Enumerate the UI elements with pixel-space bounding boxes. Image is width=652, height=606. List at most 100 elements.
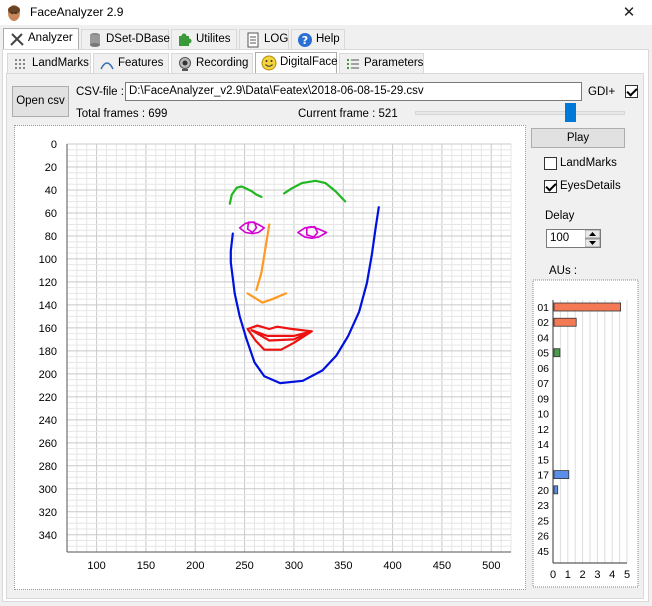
y-tick-label: 320 [39,507,57,519]
au-x-tick: 5 [624,569,630,581]
help-icon: ? [298,33,312,47]
digital-face-chart: 0 20 40 60 80 100 120 140 160 180 200 220 240 260 280 3… [14,125,526,590]
title-bar: FaceAnalyzer 2.9 ✕ [0,0,652,26]
csv-file-field[interactable]: D:\FaceAnalyzer_v2.9\Data\Featex\2018-06… [125,82,582,101]
landmarks-checkbox[interactable] [544,157,557,170]
au-x-tick: 4 [609,569,615,581]
tab-digitalface[interactable]: DigitalFace [255,52,338,74]
au-x-tick: 2 [580,569,586,581]
y-tick-label: 280 [39,461,57,473]
x-tick-label: 250 [235,560,253,572]
tab-label: DSet-DBase [106,33,170,45]
au-label: 10 [537,409,549,421]
au-label: 17 [537,470,549,482]
total-frames: Total frames : 699 [76,108,168,120]
y-tick-label: 120 [39,277,57,289]
au-bar [553,485,559,495]
delay-value: 100 [550,232,570,244]
tab-landmarks[interactable]: LandMarks [7,53,91,73]
au-bar [553,470,570,479]
tab-features[interactable]: Features [93,53,169,73]
nose-line [246,292,288,304]
y-tick-label: 40 [45,185,57,197]
x-tick-label: 450 [433,560,451,572]
tab-label: LOG [264,33,289,45]
current-frame: Current frame : 521 [298,108,398,120]
tab-label: LandMarks [32,57,89,69]
au-label: 09 [537,393,549,405]
y-tick-label: 160 [39,323,57,335]
puzzle-icon [179,33,192,46]
au-label: 20 [537,485,549,497]
gridlines [66,143,512,553]
open-csv-button[interactable]: Open csv [12,86,69,117]
x-tick-label: 400 [383,560,401,572]
tab-label: DigitalFace [280,56,338,68]
list-icon [347,59,359,69]
tab-label: Utilites [196,33,231,45]
features-icon [100,62,114,70]
x-tick-label: 150 [137,560,155,572]
tab-parameters[interactable]: Parameters [339,53,424,73]
database-icon [90,33,100,47]
tab-label: Parameters [364,57,424,69]
y-tick-label: 20 [45,162,57,174]
face-plot: 0 20 40 60 80 100 120 140 160 180 200 220 240 260 280 3… [39,139,512,572]
au-label: 06 [537,363,549,375]
y-tick-label: 260 [39,438,57,450]
y-tick-label: 80 [45,231,57,243]
tab-recording[interactable]: Recording [171,53,253,73]
tab-help[interactable]: ? Help [291,29,345,49]
au-label: 05 [537,348,549,360]
eyes-line [246,221,258,234]
frame-slider-track[interactable] [415,111,625,115]
delay-stepper[interactable] [585,230,600,247]
au-label: 26 [537,531,549,543]
webcam-icon [179,57,191,71]
au-label: 23 [537,500,549,512]
y-tick-label: 140 [39,300,57,312]
au-x-tick: 0 [550,569,556,581]
tab-log[interactable]: LOG [239,29,289,49]
au-x-tick: 1 [565,569,571,581]
y-tick-label: 100 [39,254,57,266]
x-tick-label: 350 [334,560,352,572]
y-tick-label: 300 [39,484,57,496]
au-bar-chart: 01020405060709101214151720232526450 1 2 3 4 5 [532,279,639,588]
gdi-label: GDI+ [588,86,616,98]
y-tick-label: 340 [39,530,57,542]
y-tick-label: 180 [39,346,57,358]
eyesdetails-checkbox[interactable] [544,180,557,193]
tab-label: Analyzer [28,32,73,44]
au-label: 45 [537,546,549,558]
tab-dset-dbase[interactable]: DSet-DBase [81,29,170,49]
tab-label: Help [316,33,340,45]
nose-line [255,223,271,292]
y-tick-label: 0 [51,139,57,151]
y-tick-label: 240 [39,415,57,427]
au-bar [553,302,621,312]
tab-utilites[interactable]: Utilites [171,29,237,49]
au-label: 04 [537,332,549,344]
tab-label: Recording [196,57,249,69]
au-label: 25 [537,515,549,527]
document-icon [247,32,259,48]
svg-text:?: ? [302,34,308,47]
aus-label: AUs : [549,265,578,277]
main-tab-bar: Analyzer DSet-DBase Utilites LOG ? Help [0,28,652,50]
tab-analyzer[interactable]: Analyzer [3,28,79,50]
close-button[interactable]: ✕ [612,2,646,24]
au-x-tick: 3 [594,569,600,581]
x-tick-label: 500 [482,560,500,572]
app-face-icon [8,5,20,21]
tab-label: Features [118,57,164,69]
y-tick-label: 60 [45,208,57,220]
au-label: 02 [537,317,549,329]
delay-label: Delay [545,210,575,222]
play-button[interactable]: Play [531,128,625,148]
gdi-checkbox[interactable] [625,85,638,98]
au-label: 15 [537,454,549,466]
frame-slider-thumb[interactable] [565,103,577,122]
au-bar [553,348,561,358]
dots-grid-icon [15,59,25,69]
